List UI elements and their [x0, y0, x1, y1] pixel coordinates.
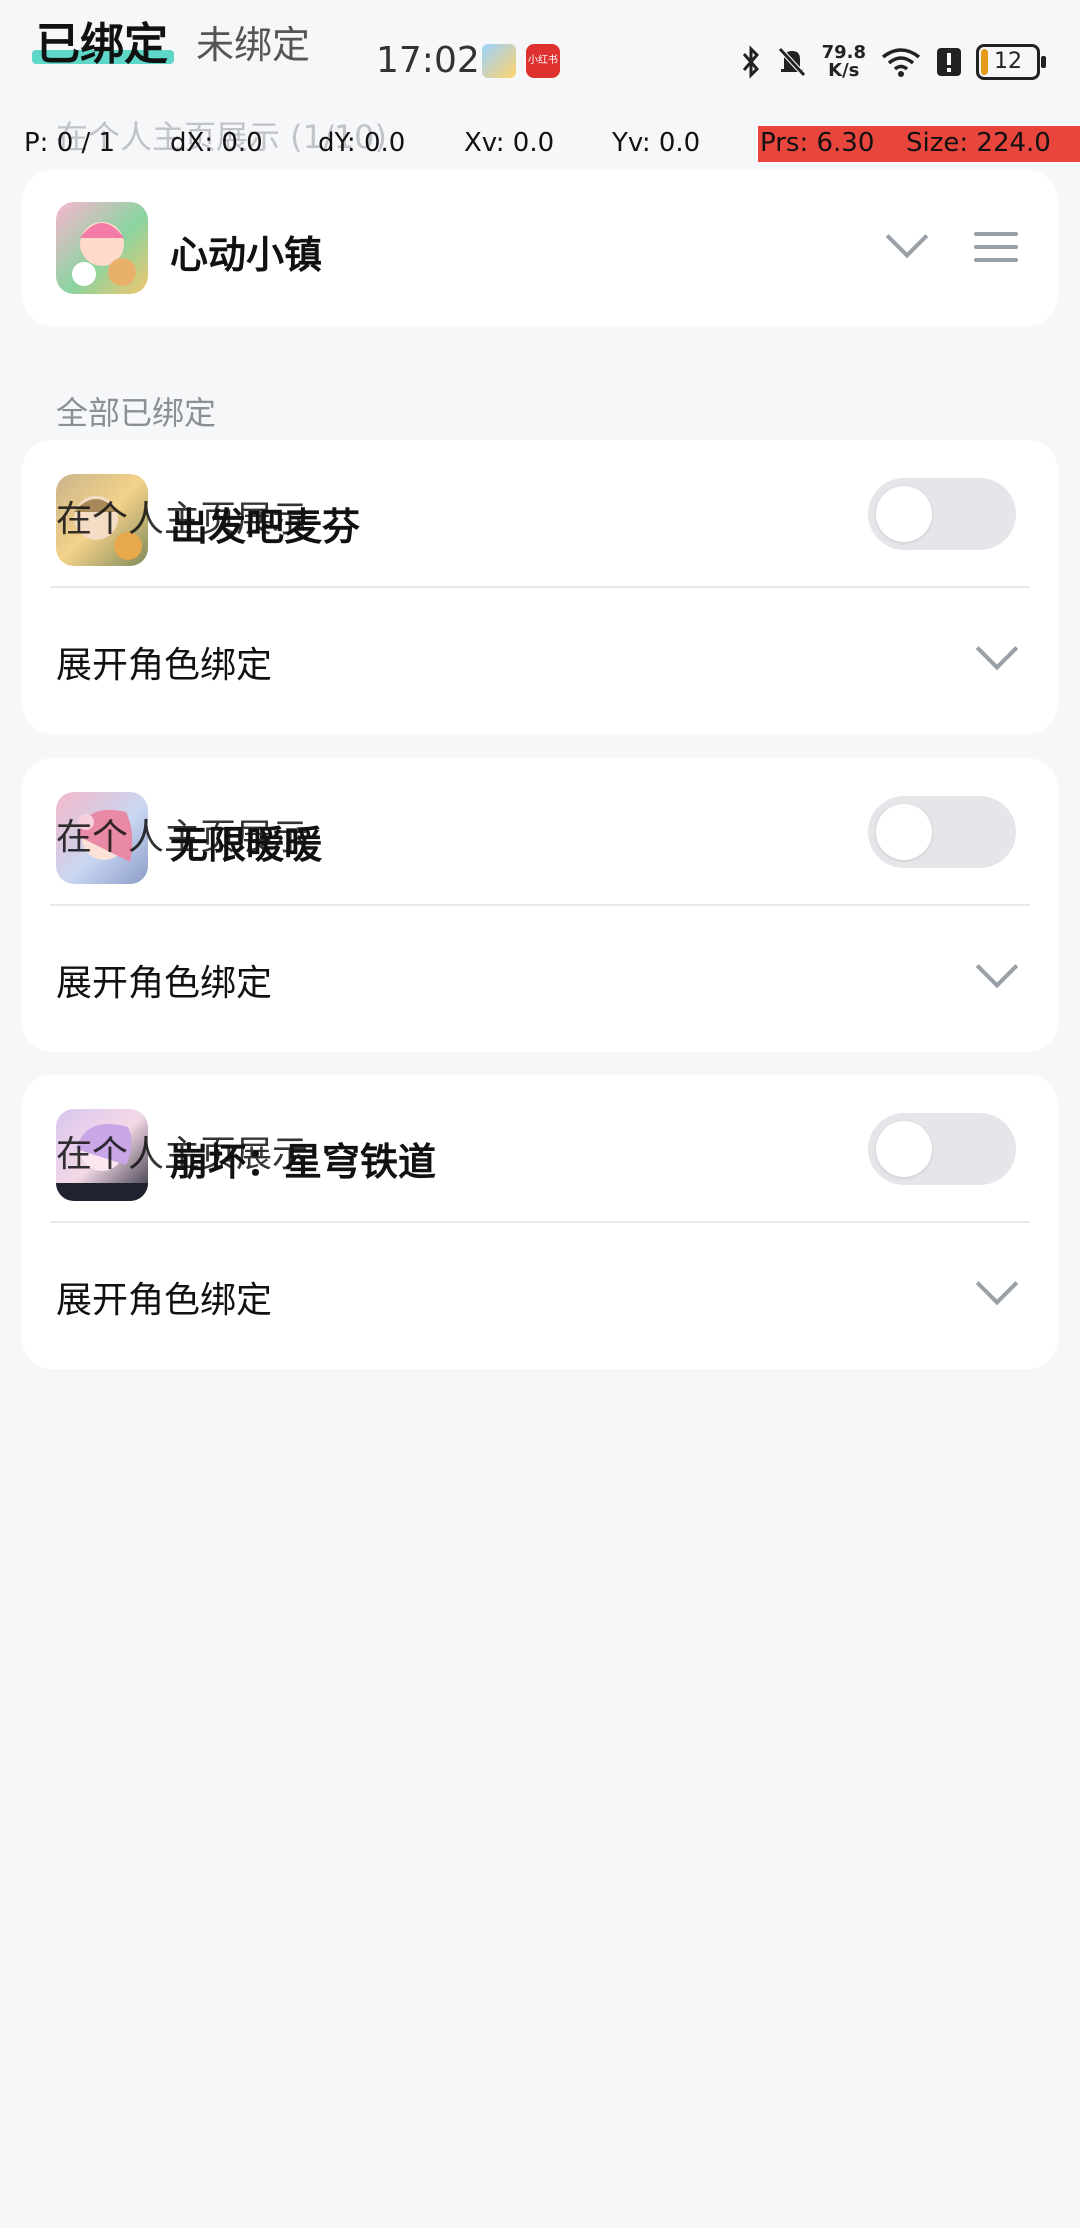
network-speed: 79.8 K/s — [821, 42, 866, 81]
debug-xv: Xv: 0.0 — [464, 128, 555, 158]
chevron-down-icon[interactable] — [975, 945, 1019, 989]
debug-dy: dY: 0.0 — [318, 128, 406, 158]
game-card: 在个人主页展示 无限暖暖 展开角色绑定 — [22, 758, 1058, 1052]
debug-pressure: Prs: 6.30 — [760, 128, 875, 158]
pointer-debug-overlay: P: 0 / 1 dX: 0.0 dY: 0.0 Xv: 0.0 Yv: 0.0… — [0, 126, 1080, 162]
wifi-icon — [881, 48, 921, 77]
showcase-toggle[interactable] — [868, 1113, 1016, 1185]
game-name: 崩坏：星穹铁道 — [170, 1140, 437, 1184]
game-name: 出发吧麦芬 — [170, 505, 361, 549]
game-name: 无限暖暖 — [170, 823, 323, 867]
alert-icon — [937, 48, 961, 76]
drag-handle-icon[interactable] — [974, 232, 1018, 262]
tab-unbound[interactable]: 未绑定 — [196, 14, 310, 69]
system-icons: 79.8 K/s 12 — [740, 40, 1046, 84]
xindong-town-icon — [56, 202, 148, 294]
tab-bound[interactable]: 已绑定 — [36, 8, 168, 72]
pinned-game-card[interactable]: 心动小镇 — [22, 170, 1058, 326]
debug-yv: Yv: 0.0 — [612, 128, 701, 158]
debug-dx: dX: 0.0 — [170, 128, 263, 158]
battery-fill — [981, 49, 988, 75]
expand-role-binding[interactable]: 展开角色绑定 — [56, 636, 272, 688]
game-card: 在个人主页展示 崩坏：星穹铁道 展开角色绑定 — [22, 1075, 1058, 1369]
mute-bell-icon — [777, 47, 806, 77]
divider — [50, 904, 1030, 906]
divider — [50, 1221, 1030, 1223]
xiaohongshu-icon: 小红书 — [526, 44, 560, 78]
debug-size: Size: 224.0 — [906, 128, 1051, 158]
clock: 17:02 — [376, 40, 480, 81]
expand-role-binding[interactable]: 展开角色绑定 — [56, 954, 272, 1006]
chevron-down-icon[interactable] — [975, 627, 1019, 671]
chevron-down-icon[interactable] — [885, 215, 929, 259]
expand-role-binding[interactable]: 展开角色绑定 — [56, 1271, 272, 1323]
weather-icon — [482, 44, 516, 78]
divider — [50, 586, 1030, 588]
showcase-toggle[interactable] — [868, 796, 1016, 868]
battery-level: 12 — [994, 49, 1022, 74]
bluetooth-icon — [742, 45, 759, 79]
chevron-down-icon[interactable] — [975, 1262, 1019, 1306]
status-bar: 已绑定 未绑定 17:02 小红书 79.8 K/s 12 — [0, 0, 1080, 120]
pinned-game-name: 心动小镇 — [170, 233, 323, 277]
game-card: 在个人主页展示 出发吧麦芬 展开角色绑定 — [22, 440, 1058, 734]
showcase-toggle[interactable] — [868, 478, 1016, 550]
battery-icon: 12 — [976, 44, 1046, 80]
section-label-all-bound: 全部已绑定 — [56, 394, 217, 432]
debug-pointer: P: 0 / 1 — [24, 128, 116, 158]
